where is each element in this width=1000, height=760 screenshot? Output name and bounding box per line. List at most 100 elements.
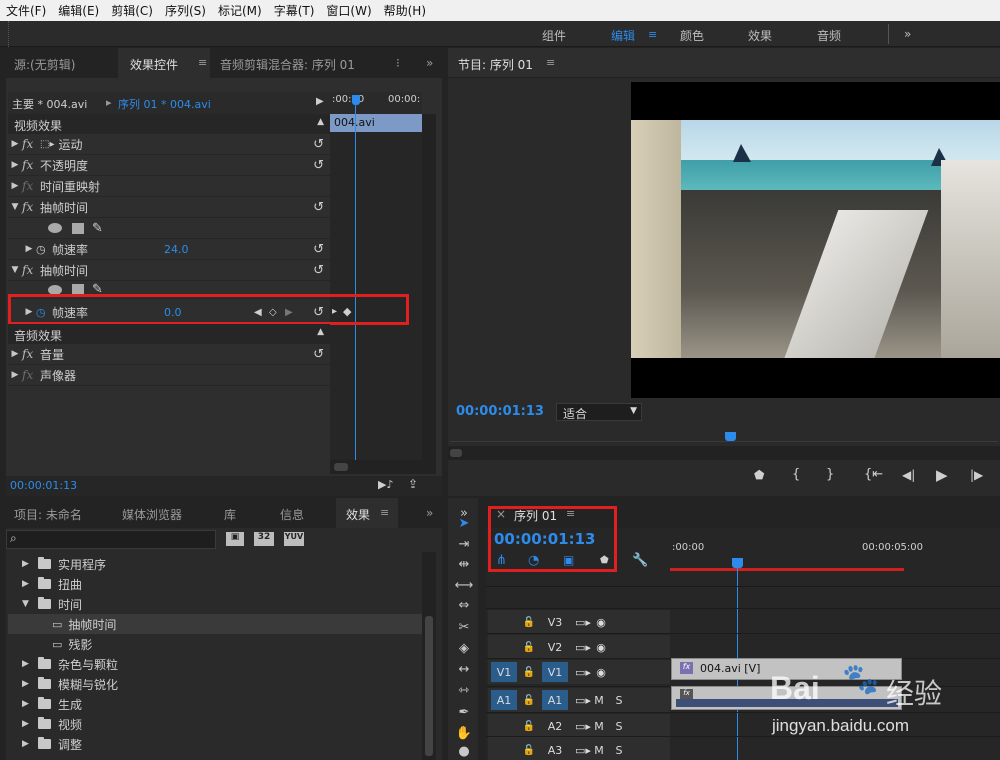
lock-icon[interactable]: 🔓: [518, 740, 540, 760]
collapse-icon[interactable]: ▼: [8, 202, 22, 212]
expand-icon[interactable]: ▶: [22, 739, 38, 749]
ec-scrollbar[interactable]: [422, 114, 436, 460]
tab-media-browser[interactable]: 媒体浏览器: [122, 506, 182, 523]
track-target[interactable]: A2: [542, 716, 568, 736]
solo-button[interactable]: S: [608, 716, 630, 736]
collapse-up-icon[interactable]: ▲: [317, 117, 324, 127]
effects-tree-item[interactable]: ▶ 生成: [8, 694, 422, 714]
track-target[interactable]: A3: [542, 740, 568, 760]
mark-out-icon[interactable]: }: [826, 467, 834, 482]
ellipse-mask-icon[interactable]: [48, 223, 62, 233]
effect-row-time-remap[interactable]: ▶ fx 时间重映射: [8, 176, 330, 197]
expand-icon[interactable]: ▶: [22, 559, 38, 569]
tree-scroll-thumb[interactable]: [425, 616, 433, 756]
collapse-up-icon[interactable]: ▲: [317, 327, 324, 337]
selection-tool-icon[interactable]: ➤: [454, 516, 474, 531]
expand-icon[interactable]: ▶: [8, 349, 22, 359]
expand-icon[interactable]: ▶: [22, 659, 38, 669]
effects-tree-item[interactable]: ▶ 视频: [8, 714, 422, 734]
tab-overflow-icon[interactable]: ⁝: [396, 56, 400, 70]
ellipse-mask-icon[interactable]: [48, 284, 62, 295]
fx-icon[interactable]: fx: [22, 200, 40, 214]
eye-icon[interactable]: ◉: [590, 612, 612, 632]
eye-icon[interactable]: ◉: [590, 662, 612, 682]
slip-tool-icon[interactable]: ◈: [454, 641, 474, 656]
mute-button[interactable]: M: [588, 690, 610, 710]
timeline-playhead[interactable]: [732, 558, 743, 568]
track-header-v2[interactable]: 🔓 V2 ▭▸ ◉: [488, 635, 670, 659]
effect-row-motion[interactable]: ▶ fx ⬚▸ 运动 ↺: [8, 134, 330, 155]
effects-tree-item[interactable]: ▶ 杂色与颗粒: [8, 654, 422, 674]
program-title[interactable]: 节目: 序列 01: [458, 56, 533, 73]
fx-icon[interactable]: fx: [22, 347, 40, 361]
tab-libraries[interactable]: 库: [224, 506, 236, 523]
effects-tree-item[interactable]: ▶ 实用程序: [8, 554, 422, 574]
pen-mask-icon[interactable]: ✎: [92, 221, 103, 236]
mute-button[interactable]: M: [588, 716, 610, 736]
effects-menu-icon[interactable]: ≡: [380, 506, 389, 519]
slide-tool-2-icon[interactable]: ⇿: [454, 683, 474, 698]
source-patch[interactable]: [491, 740, 517, 760]
track-target[interactable]: V1: [542, 662, 568, 682]
effect-row-panner[interactable]: ▶ fx 声像器: [8, 365, 330, 386]
mute-button[interactable]: M: [588, 740, 610, 760]
expand-icon[interactable]: ▶: [22, 699, 38, 709]
solo-button[interactable]: S: [608, 740, 630, 760]
expand-icon[interactable]: ▶: [8, 181, 22, 191]
collapse-icon[interactable]: ▼: [22, 599, 38, 609]
ec-playhead[interactable]: [352, 95, 360, 105]
collapse-icon[interactable]: ▼: [8, 265, 22, 275]
reset-icon[interactable]: ↺: [313, 200, 324, 215]
panel-more-icon[interactable]: »: [426, 506, 433, 520]
source-patch[interactable]: [491, 637, 517, 657]
fx-icon[interactable]: fx: [22, 263, 40, 277]
eye-icon[interactable]: ◉: [590, 637, 612, 657]
menu-edit[interactable]: 编辑(E): [52, 2, 105, 19]
source-patch[interactable]: [491, 612, 517, 632]
effects-tree-item[interactable]: ▭ 抽帧时间: [8, 614, 422, 634]
tab-project[interactable]: 项目: 未命名: [14, 506, 82, 523]
track-header-a1[interactable]: A1 🔓 A1 ▭▸ M S: [488, 688, 670, 712]
step-forward-icon[interactable]: |▶: [970, 468, 983, 482]
effect-row-posterize-2[interactable]: ▼ fx 抽帧时间 ↺: [8, 260, 330, 281]
ec-scroll-thumb[interactable]: [334, 463, 348, 471]
reset-icon[interactable]: ↺: [313, 158, 324, 173]
menu-clip[interactable]: 剪辑(C): [105, 2, 159, 19]
effects-tree-item[interactable]: ▶ 扭曲: [8, 574, 422, 594]
solo-button[interactable]: S: [608, 690, 630, 710]
rectangle-mask-icon[interactable]: [72, 222, 84, 234]
track-header-a2[interactable]: 🔓 A2 ▭▸ M S: [488, 714, 670, 738]
play-icon[interactable]: ▶: [936, 466, 948, 484]
tab-effects[interactable]: 效果: [346, 506, 370, 523]
workspace-more-icon[interactable]: »: [904, 27, 911, 41]
track-header-v3[interactable]: 🔓 V3 ▭▸ ◉: [488, 610, 670, 634]
zoom-handle[interactable]: [450, 449, 462, 457]
track-target[interactable]: V3: [542, 612, 568, 632]
ripple-edit-tool-icon[interactable]: ⇹: [454, 557, 474, 572]
motion-transform-icon[interactable]: ⬚▸: [40, 139, 54, 150]
yuv-effects-icon[interactable]: YUV: [284, 532, 304, 546]
lock-icon[interactable]: 🔓: [518, 716, 540, 736]
master-clip-label[interactable]: 主要 * 004.avi: [12, 96, 87, 112]
effect-row-volume[interactable]: ▶ fx 音量 ↺: [8, 344, 330, 365]
accelerated-effects-icon[interactable]: ▣: [226, 532, 244, 546]
stopwatch-icon[interactable]: ◷: [36, 243, 52, 256]
program-menu-icon[interactable]: ≡: [546, 56, 555, 69]
framerate-1-value[interactable]: 24.0: [164, 243, 189, 256]
32bit-effects-icon[interactable]: 32: [254, 532, 274, 546]
panel-more-icon[interactable]: »: [426, 56, 433, 70]
effect-row-posterize-1[interactable]: ▼ fx 抽帧时间 ↺: [8, 197, 330, 218]
effects-tree-item[interactable]: ▭ 残影: [8, 634, 422, 654]
mark-in-icon[interactable]: {: [792, 467, 800, 482]
lock-icon[interactable]: 🔓: [518, 690, 540, 710]
go-to-in-icon[interactable]: {⇤: [864, 467, 883, 482]
ec-h-scroll[interactable]: [330, 460, 436, 474]
source-patch[interactable]: A1: [491, 690, 517, 710]
lock-icon[interactable]: 🔓: [518, 637, 540, 657]
zoom-tool-icon[interactable]: ●: [454, 744, 474, 759]
source-patch[interactable]: V1: [491, 662, 517, 682]
reset-icon[interactable]: ↺: [313, 137, 324, 152]
ec-timecode[interactable]: 00:00:01:13: [10, 479, 77, 492]
menu-help[interactable]: 帮助(H): [378, 2, 432, 19]
track-header-a3[interactable]: 🔓 A3 ▭▸ M S: [488, 738, 670, 760]
